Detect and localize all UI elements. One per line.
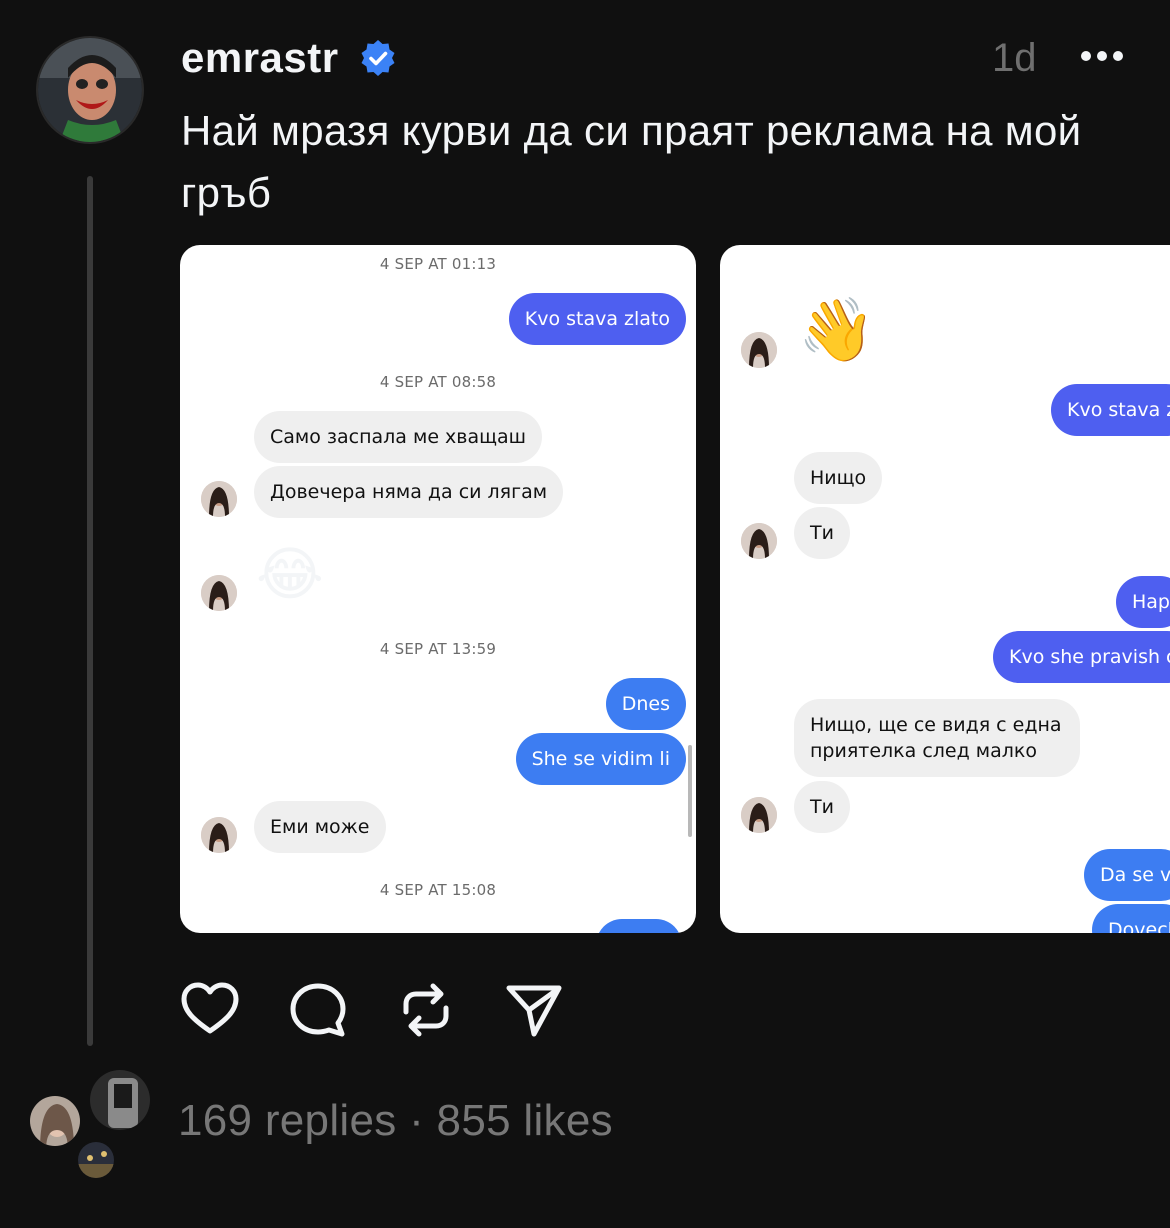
scroll-indicator [688,745,692,837]
screenshot-image-2[interactable]: 👋 Kvo stava z Нищо Ти Hap Kvo she pravis… [720,245,1170,933]
contact-avatar [741,332,777,368]
contact-avatar [201,481,237,517]
reply-button[interactable] [288,980,348,1040]
verified-badge-icon [361,40,395,76]
wave-emoji: 👋 [798,293,876,366]
message-timestamp: 4 SEP AT 01:13 [379,255,497,273]
message-timestamp: 4 SEP AT 08:58 [379,373,497,391]
author-username[interactable]: emrastr [181,34,339,82]
outgoing-message: Dovecl [1092,904,1170,933]
outgoing-message-partial [596,919,682,933]
share-button[interactable] [504,980,564,1040]
author-avatar[interactable] [36,36,144,144]
message-timestamp: 4 SEP AT 13:59 [379,640,497,658]
thread-line [87,176,93,1046]
incoming-message: Довечера няма да си лягам [254,466,564,518]
post-time: 1d [992,36,1037,80]
replier-avatar[interactable] [28,1094,82,1148]
outgoing-message: Da se v [1084,849,1170,901]
incoming-message: Нищо [794,452,883,504]
share-icon [506,985,562,1037]
replier-avatar[interactable] [88,1068,152,1132]
contact-avatar [201,817,237,853]
repost-icon [403,983,449,1037]
more-icon[interactable] [1080,48,1124,64]
comment-icon [290,983,346,1037]
incoming-message: Нищо, ще се видя с една приятелка след м… [794,699,1080,777]
repost-button[interactable] [396,980,456,1040]
incoming-message: Ти [794,781,850,833]
outgoing-message: Hap [1116,576,1170,628]
replier-avatar[interactable] [76,1140,116,1180]
contact-avatar [201,575,237,611]
joy-emoji: 😂 [256,540,324,608]
outgoing-message: She se vidim li [515,733,686,785]
outgoing-message: Dnes [605,678,686,730]
heart-icon [181,982,239,1034]
contact-avatar [741,523,777,559]
like-button[interactable] [180,980,240,1040]
screenshot-image-1[interactable]: 4 SEP AT 01:13 Kvo stava zlato 4 SEP AT … [180,245,696,933]
incoming-message: Ти [794,507,850,559]
replies-likes-count[interactable]: 169 replies · 855 likes [178,1096,613,1146]
contact-avatar [741,797,777,833]
incoming-message: Само заспала ме хващаш [254,411,543,463]
outgoing-message: Kvo stava zlato [508,293,686,345]
thread-post: emrastr 1d Най мразя курви да си праят р… [0,0,1170,1228]
outgoing-message: Kvo stava z [1051,384,1170,436]
incoming-message: Еми може [254,801,386,853]
outgoing-message: Kvo she pravish c [993,631,1170,683]
message-timestamp: 4 SEP AT 15:08 [379,881,497,899]
post-text: Най мразя курви да си праят реклама на м… [181,107,1082,216]
